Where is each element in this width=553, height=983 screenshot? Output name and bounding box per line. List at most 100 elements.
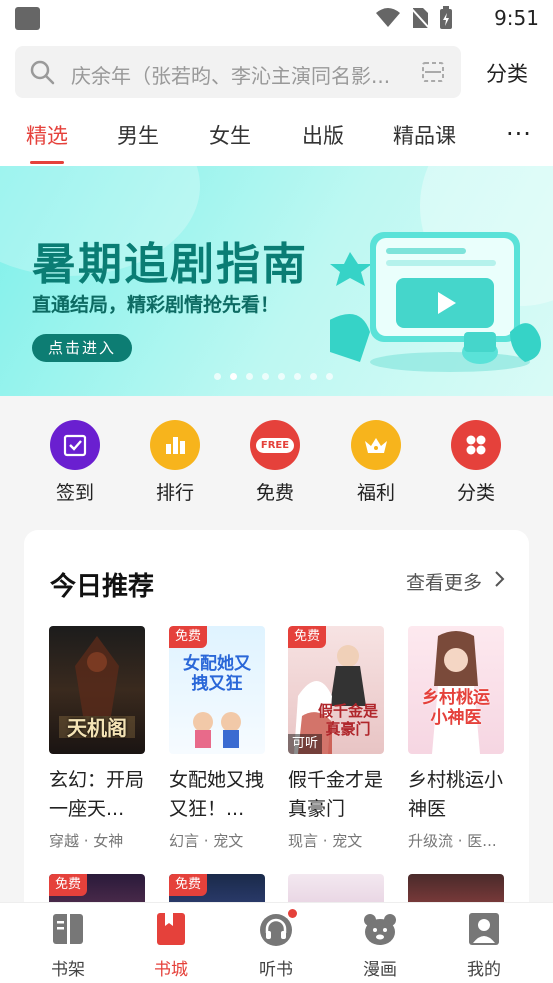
- book-cover[interactable]: 天机阁: [49, 626, 145, 754]
- crown-icon: [351, 420, 401, 470]
- search-icon: [30, 60, 55, 85]
- bear-icon: [363, 911, 397, 947]
- cover-title: 天机阁: [67, 716, 127, 740]
- tab-fade: [470, 106, 500, 166]
- free-badge: 免费: [169, 626, 208, 648]
- headphones-icon: [259, 909, 297, 947]
- tab-female[interactable]: 女生: [209, 120, 251, 150]
- welfare-entry[interactable]: 福利: [336, 420, 416, 505]
- book-item[interactable]: 免费 女配她又拽又狂 女配她又拽又狂！... 幻言 · 宠文: [169, 626, 269, 851]
- nav-bookshelf[interactable]: 书架: [28, 911, 108, 980]
- channel-tabs: 精选 男生 女生 出版 精品课 ···: [0, 106, 553, 166]
- wifi-icon: [376, 8, 400, 27]
- status-bar: 9:51: [0, 0, 553, 36]
- carousel-dot[interactable]: [294, 373, 301, 380]
- carousel-dot[interactable]: [326, 373, 333, 380]
- carousel-dot[interactable]: [246, 373, 253, 380]
- nav-profile[interactable]: 我的: [444, 911, 524, 980]
- book-item[interactable]: 天机阁 玄幻：开局一座天... 穿越 · 女神: [49, 626, 149, 851]
- calendar-check-icon: [50, 420, 100, 470]
- book-title: 假千金才是真豪门: [288, 769, 384, 820]
- tab-featured[interactable]: 精选: [26, 120, 68, 150]
- category-button[interactable]: 分类: [486, 58, 528, 88]
- book-cover[interactable]: 乡村桃运小神医: [408, 626, 504, 754]
- book-cover-peek[interactable]: 免费: [169, 874, 265, 904]
- bottom-navigation: 书架 书城 听书 漫画 我的: [0, 902, 553, 983]
- video-player-illustration: [330, 232, 541, 372]
- battery-icon: [440, 6, 452, 29]
- book-title: 玄幻：开局一座天...: [49, 769, 145, 820]
- search-box[interactable]: 庆余年（张若昀、李沁主演同名影...: [15, 46, 461, 98]
- cover-title: 假千金是真豪门: [318, 702, 379, 738]
- bookshelf-icon: [51, 911, 85, 947]
- bar-chart-icon: [150, 420, 200, 470]
- tab-courses[interactable]: 精品课: [393, 120, 456, 150]
- book-tags: 现言 · 宠文: [288, 832, 363, 850]
- book-tags: 穿越 · 女神: [49, 832, 124, 850]
- active-tab-indicator: [30, 161, 64, 164]
- nav-audiobooks-label: 听书: [259, 960, 293, 980]
- nav-comics-label: 漫画: [363, 960, 397, 980]
- free-badge: 免费: [169, 874, 208, 896]
- ranking-label: 排行: [155, 482, 194, 504]
- book-item[interactable]: 乡村桃运小神医 乡村桃运小神医 升级流 · 医...: [408, 626, 508, 851]
- chevron-right-icon[interactable]: [494, 570, 506, 588]
- no-sim-icon: [410, 7, 431, 30]
- grid-icon: [451, 420, 501, 470]
- notification-dot: [288, 909, 297, 918]
- carousel-dots: [214, 373, 333, 380]
- carousel-dot[interactable]: [278, 373, 285, 380]
- nav-bookshelf-label: 书架: [51, 960, 85, 980]
- free-badge: 免费: [288, 626, 327, 648]
- cover-title: 女配她又拽又狂: [183, 654, 251, 694]
- cover-title: 乡村桃运小神医: [422, 688, 490, 728]
- free-badge-icon: FREE: [250, 420, 300, 470]
- more-tabs-button[interactable]: ···: [506, 120, 532, 148]
- banner-enter-button[interactable]: 点击进入: [32, 334, 132, 362]
- search-input[interactable]: 庆余年（张若昀、李沁主演同名影...: [71, 60, 416, 89]
- nav-profile-label: 我的: [467, 960, 501, 980]
- scan-icon[interactable]: [421, 61, 445, 83]
- checkin-entry[interactable]: 签到: [35, 420, 115, 505]
- status-icons: [375, 6, 453, 30]
- notification-icon: [15, 7, 40, 30]
- nav-bookstore[interactable]: 书城: [131, 911, 211, 980]
- tab-male[interactable]: 男生: [117, 120, 159, 150]
- audio-badge: 可听: [288, 734, 323, 754]
- free-entry[interactable]: FREE 免费: [235, 420, 315, 505]
- welfare-label: 福利: [356, 482, 395, 504]
- free-badge-text: FREE: [255, 437, 295, 453]
- nav-bookstore-label: 书城: [154, 960, 188, 980]
- ranking-entry[interactable]: 排行: [135, 420, 215, 505]
- section-title: 今日推荐: [50, 572, 155, 602]
- carousel-dot[interactable]: [262, 373, 269, 380]
- book-cover-peek[interactable]: [288, 874, 384, 904]
- nav-audiobooks[interactable]: 听书: [236, 909, 316, 980]
- category-entry[interactable]: 分类: [436, 420, 516, 505]
- profile-icon: [467, 911, 501, 947]
- category-label: 分类: [456, 482, 495, 504]
- header: 庆余年（张若昀、李沁主演同名影... 分类: [0, 36, 553, 106]
- bookstore-icon: [154, 911, 188, 947]
- promo-banner[interactable]: 暑期追剧指南 直通结局，精彩剧情抢先看！ 点击进入: [0, 166, 553, 396]
- free-badge: 免费: [49, 874, 88, 896]
- book-item[interactable]: 免费 假千金是真豪门 可听 假千金才是真豪门 现言 · 宠文: [288, 626, 388, 851]
- tab-publish[interactable]: 出版: [302, 120, 344, 150]
- see-more-link[interactable]: 查看更多: [406, 568, 482, 595]
- banner-title: 暑期追剧指南: [32, 239, 308, 290]
- nav-comics[interactable]: 漫画: [340, 911, 420, 980]
- book-title: 乡村桃运小神医: [408, 769, 504, 820]
- book-cover[interactable]: 免费 假千金是真豪门 可听: [288, 626, 384, 754]
- carousel-dot-active[interactable]: [230, 373, 237, 380]
- checkin-label: 签到: [55, 482, 94, 504]
- clock: 9:51: [494, 6, 539, 30]
- carousel-dot[interactable]: [310, 373, 317, 380]
- book-cover-peek[interactable]: [408, 874, 504, 904]
- book-cover-peek[interactable]: 免费: [49, 874, 145, 904]
- book-cover[interactable]: 免费 女配她又拽又狂: [169, 626, 265, 754]
- book-title: 女配她又拽又狂！...: [169, 769, 265, 820]
- quick-entries: 签到 排行 FREE 免费 福利 分类: [0, 396, 553, 516]
- book-tags: 幻言 · 宠文: [169, 832, 244, 850]
- book-tags: 升级流 · 医...: [408, 832, 497, 850]
- carousel-dot[interactable]: [214, 373, 221, 380]
